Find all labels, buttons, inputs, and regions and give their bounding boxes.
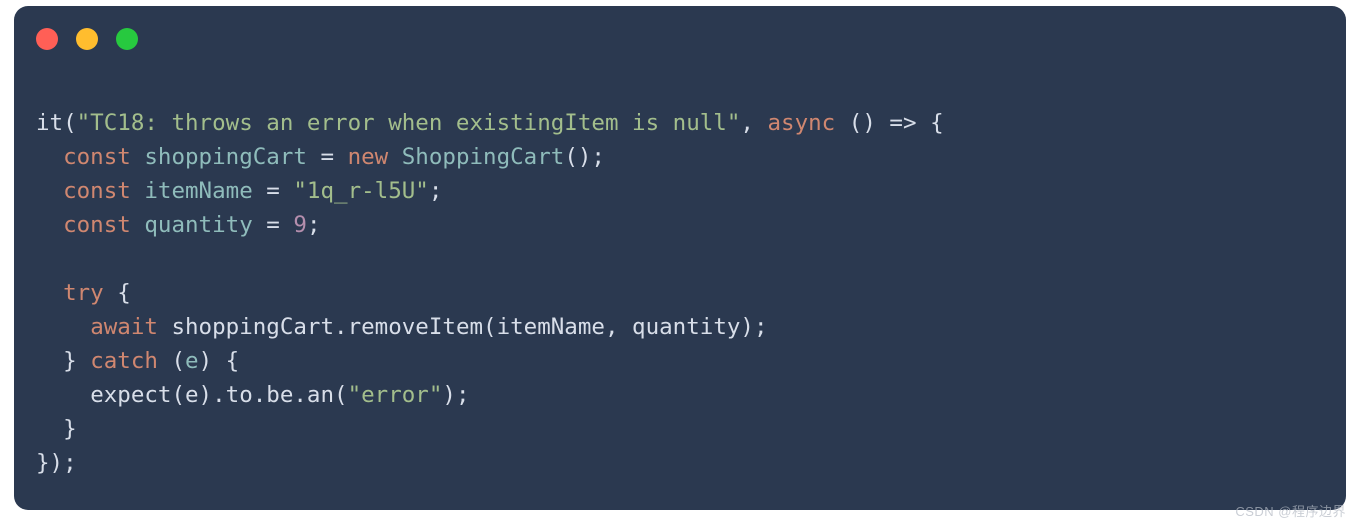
- minimize-icon[interactable]: [76, 28, 98, 50]
- var-itemName: itemName: [144, 178, 252, 204]
- window-traffic-lights: [36, 28, 138, 50]
- kw-catch: catch: [90, 348, 158, 374]
- code-block: it("TC18: throws an error when existingI…: [36, 106, 944, 480]
- kw-new: new: [348, 144, 389, 170]
- ctor-ShoppingCart: ShoppingCart: [402, 144, 565, 170]
- fn-it: it: [36, 110, 63, 136]
- kw-await: await: [90, 314, 158, 340]
- kw-async: async: [768, 110, 836, 136]
- var-shoppingCart: shoppingCart: [144, 144, 307, 170]
- code-editor-window: it("TC18: throws an error when existingI…: [14, 6, 1346, 510]
- watermark-text: CSDN @程序边界: [1235, 501, 1346, 520]
- close-icon[interactable]: [36, 28, 58, 50]
- kw-const: const: [63, 144, 131, 170]
- kw-try: try: [63, 280, 104, 306]
- call-removeItem: shoppingCart.removeItem(itemName, quanti…: [171, 314, 767, 340]
- zoom-icon[interactable]: [116, 28, 138, 50]
- var-quantity: quantity: [144, 212, 252, 238]
- test-title-string: "TC18: throws an error when existingItem…: [77, 110, 741, 136]
